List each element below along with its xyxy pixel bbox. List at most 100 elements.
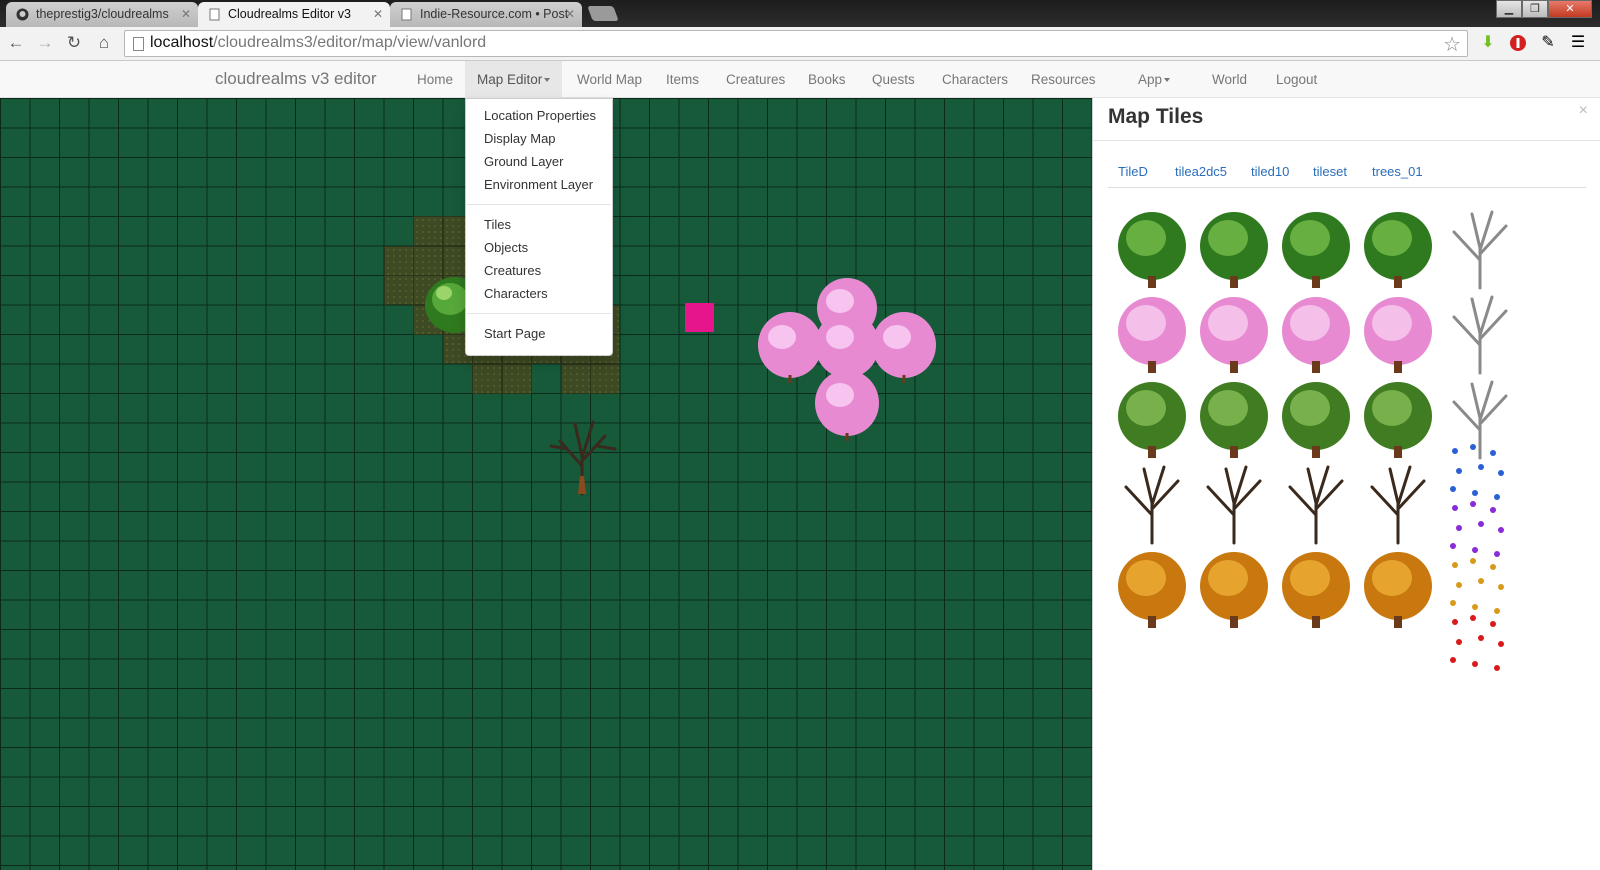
bare-tree-object[interactable] — [545, 416, 620, 496]
tile-palette[interactable] — [1111, 208, 1571, 671]
close-icon[interactable]: × — [1579, 102, 1588, 120]
menu-creatures[interactable]: Creatures — [466, 259, 612, 282]
nav-logout[interactable]: Logout — [1264, 61, 1329, 98]
autumn-tree-tile[interactable] — [1275, 548, 1357, 633]
dirt-tile — [383, 275, 414, 305]
snowy-bare-tree-tile[interactable] — [1439, 293, 1521, 378]
tileset-tab-tiled10[interactable]: tiled10 — [1241, 156, 1299, 188]
brand-title[interactable]: cloudrealms v3 editor — [215, 69, 377, 89]
autumn-tree-tile[interactable] — [1111, 548, 1193, 633]
menu-objects[interactable]: Objects — [466, 236, 612, 259]
close-tab-icon[interactable]: ✕ — [565, 2, 575, 27]
browser-tab-2[interactable]: Cloudrealms Editor v3 ✕ — [198, 2, 390, 27]
berry-tile[interactable] — [1445, 614, 1515, 674]
tileset-tab-tiled[interactable]: TileD — [1108, 156, 1158, 188]
panel-divider — [1093, 140, 1600, 141]
menu-display-map[interactable]: Display Map — [466, 127, 612, 150]
tileset-tabs: TileD tilea2dc5 tiled10 tileset trees_01 — [1108, 156, 1586, 188]
nav-items[interactable]: Items — [654, 61, 711, 98]
berry-tile[interactable] — [1445, 443, 1515, 503]
nav-books[interactable]: Books — [796, 61, 858, 98]
forward-icon[interactable]: → — [34, 32, 56, 54]
nav-app-label: App — [1138, 72, 1163, 87]
nav-app[interactable]: App — [1126, 61, 1182, 98]
bookmark-star-icon[interactable]: ☆ — [1443, 32, 1461, 57]
back-icon[interactable]: ← — [5, 32, 27, 54]
new-tab-button[interactable] — [587, 6, 619, 21]
menu-environment-layer[interactable]: Environment Layer — [466, 173, 612, 196]
autumn-tree-tile[interactable] — [1193, 548, 1275, 633]
pink-tree-tile[interactable] — [1357, 293, 1439, 378]
green-tree-tile[interactable] — [1193, 208, 1275, 293]
nav-world[interactable]: World — [1200, 61, 1259, 98]
tab-title: Cloudrealms Editor v3 — [228, 7, 351, 21]
dirt-tile — [413, 245, 443, 276]
pink-tree-tile[interactable] — [1193, 293, 1275, 378]
map-editor-dropdown: Location Properties Display Map Ground L… — [465, 98, 613, 356]
menu-icon[interactable]: ☰ — [1568, 33, 1588, 53]
menu-start-page[interactable]: Start Page — [466, 322, 612, 345]
maximize-icon[interactable]: ❐ — [1522, 0, 1548, 18]
map-tiles-panel: Map Tiles × TileD tilea2dc5 tiled10 tile… — [1092, 98, 1600, 870]
tileset-tab-tileset[interactable]: tileset — [1303, 156, 1357, 188]
tab-title: theprestig3/cloudrealms — [36, 7, 169, 21]
green-tree-tile[interactable] — [1275, 208, 1357, 293]
close-window-icon[interactable]: ✕ — [1548, 0, 1592, 18]
nav-creatures[interactable]: Creatures — [714, 61, 797, 98]
tileset-tab-trees-01[interactable]: trees_01 — [1362, 156, 1433, 188]
browser-tab-1[interactable]: theprestig3/cloudrealms ✕ — [6, 2, 198, 27]
pink-tree-tile[interactable] — [1275, 293, 1357, 378]
wrench-icon[interactable]: ✎ — [1538, 33, 1558, 53]
bare-tree-tile[interactable] — [1357, 463, 1439, 548]
cherry-blossom-tree-cluster[interactable] — [752, 273, 952, 448]
nav-home[interactable]: Home — [405, 61, 465, 98]
autumn-tree-tile[interactable] — [1357, 548, 1439, 633]
minimize-icon[interactable]: ▁ — [1496, 0, 1522, 18]
address-bar[interactable]: localhost/cloudrealms3/editor/map/view/v… — [124, 30, 1468, 57]
browser-tab-3[interactable]: Indie-Resource.com • Post ✕ — [390, 2, 582, 27]
nav-characters[interactable]: Characters — [930, 61, 1020, 98]
dirt-tile — [472, 363, 502, 394]
nav-resources[interactable]: Resources — [1019, 61, 1108, 98]
snowy-bare-tree-tile[interactable] — [1439, 208, 1521, 293]
dirt-tile — [501, 363, 532, 394]
nav-map-editor-label: Map Editor — [477, 72, 543, 87]
reload-icon[interactable]: ↻ — [63, 32, 85, 54]
pink-tree-tile[interactable] — [1111, 293, 1193, 378]
green-tree-tile[interactable] — [1357, 208, 1439, 293]
page-icon — [133, 37, 144, 51]
nav-quests[interactable]: Quests — [860, 61, 927, 98]
green-tree-tile[interactable] — [1193, 378, 1275, 463]
green-tree-tile[interactable] — [1275, 378, 1357, 463]
green-tree-tile[interactable] — [1111, 208, 1193, 293]
tab-title: Indie-Resource.com • Post — [420, 7, 569, 21]
dirt-tile — [590, 363, 620, 394]
bare-tree-tile[interactable] — [1193, 463, 1275, 548]
page-icon — [401, 8, 412, 21]
nav-world-map[interactable]: World Map — [565, 61, 654, 98]
close-tab-icon[interactable]: ✕ — [373, 2, 383, 27]
close-tab-icon[interactable]: ✕ — [181, 2, 191, 27]
caret-down-icon — [544, 78, 551, 83]
home-icon[interactable]: ⌂ — [93, 32, 115, 54]
green-tree-tile[interactable] — [1111, 378, 1193, 463]
menu-ground-layer[interactable]: Ground Layer — [466, 150, 612, 173]
berry-tile[interactable] — [1445, 557, 1515, 617]
url-text[interactable]: localhost/cloudrealms3/editor/map/view/v… — [150, 34, 486, 52]
caret-down-icon — [1164, 78, 1171, 83]
menu-location-properties[interactable]: Location Properties — [466, 104, 612, 127]
adblock-icon[interactable] — [1508, 33, 1528, 53]
download-icon[interactable]: ⬇ — [1478, 33, 1498, 53]
berry-tile[interactable] — [1445, 500, 1515, 560]
nav-map-editor[interactable]: Map Editor — [465, 61, 563, 98]
dirt-tile — [383, 245, 414, 276]
tileset-tab-tilea2dc5[interactable]: tilea2dc5 — [1165, 156, 1237, 188]
menu-divider — [467, 313, 611, 314]
green-tree-tile[interactable] — [1357, 378, 1439, 463]
browser-tab-bar: theprestig3/cloudrealms ✕ Cloudrealms Ed… — [0, 0, 1600, 27]
menu-characters[interactable]: Characters — [466, 282, 612, 305]
bare-tree-tile[interactable] — [1111, 463, 1193, 548]
bare-tree-tile[interactable] — [1275, 463, 1357, 548]
menu-tiles[interactable]: Tiles — [466, 213, 612, 236]
selected-tile[interactable] — [685, 303, 714, 332]
